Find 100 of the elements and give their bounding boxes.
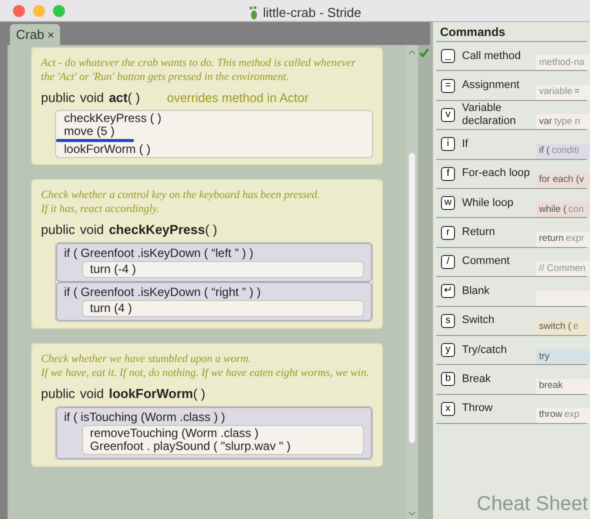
preview-keyword: for each (v [539, 173, 584, 188]
code-statement: lookForWorm ( ) [64, 143, 150, 156]
method-comment: Act - do whatever the crab wants to do. This method is called whenever [41, 56, 356, 70]
preview-hint: method-na [539, 56, 584, 70]
command-row[interactable]: i If if ( conditi [436, 130, 587, 160]
tab-label: Crab [16, 26, 44, 44]
keyword: public [41, 90, 75, 106]
preview-keyword: return [539, 232, 564, 246]
shortcut-key: _ [441, 49, 455, 64]
shortcut-key: f [441, 166, 455, 181]
footprint-icon [249, 6, 259, 20]
if-condition: if ( isTouching (Worm .class ) ) [64, 410, 226, 425]
shortcut-key: i [441, 137, 455, 152]
preview-hint: conditi [552, 144, 580, 158]
command-row[interactable]: = Assignment variable = [436, 71, 587, 101]
preview-keyword: while ( [539, 202, 566, 217]
shortcut-key: y [441, 343, 455, 358]
preview-keyword: break [539, 379, 563, 394]
command-row[interactable]: v Variable declaration var type n [436, 100, 587, 130]
method-name: lookForWorm [108, 386, 194, 402]
command-row[interactable]: w While loop while ( con [436, 188, 587, 218]
tab-close-button[interactable]: × [47, 26, 54, 44]
shortcut-key: x [441, 402, 455, 416]
preview-keyword: throw [539, 408, 562, 422]
command-row[interactable]: / Comment // Commen [436, 248, 587, 278]
preview-hint: con [568, 202, 584, 217]
zoom-window-button[interactable] [53, 4, 65, 16]
shortcut-key: = [441, 78, 455, 93]
command-row[interactable]: s Switch switch ( e [436, 306, 587, 336]
command-row[interactable]: r Return return expr [436, 218, 587, 248]
keyword: public [41, 386, 75, 402]
parameter-list: ( ) [128, 90, 140, 106]
preview-hint: variable [539, 85, 572, 100]
command-label: Variable declaration [462, 102, 517, 128]
scroll-thumb[interactable] [408, 152, 416, 444]
parameter-list: ( ) [193, 386, 206, 402]
keyword: void [80, 90, 104, 106]
editor-tab[interactable]: Crab × [10, 24, 60, 45]
method-comment: If we have, eat it. If not, do nothing. If we have eaten eight worms, we win. [41, 366, 370, 380]
command-label: Throw [462, 402, 494, 416]
shortcut-key: s [441, 314, 455, 328]
preview-keyword: switch ( [539, 320, 572, 334]
command-row[interactable]: _ Call method method-na [436, 42, 587, 72]
command-label: Try/catch [462, 344, 508, 357]
shortcut-key: w [441, 196, 455, 210]
method-comment: Check whether a control key on the keyboard has been pressed. [41, 188, 320, 202]
code-statement: turn (4 ) [90, 302, 132, 315]
checkmark-icon [419, 48, 429, 58]
preview-hint: // Commen [539, 262, 586, 276]
keyword: void [80, 386, 104, 402]
panel-heading: Commands [440, 24, 506, 40]
command-label: Switch [462, 314, 496, 328]
shortcut-key: v [441, 108, 455, 122]
preview-keyword: = [574, 85, 580, 100]
scroll-up-icon[interactable] [408, 49, 416, 57]
preview-hint: exp [564, 408, 580, 422]
command-label: Break [462, 372, 492, 386]
code-statement: move (5 ) [64, 125, 115, 138]
preview-keyword: try [539, 350, 550, 364]
preview-hint: expr [566, 232, 584, 246]
close-window-button[interactable] [13, 4, 25, 16]
keyword: public [41, 222, 75, 238]
command-label: Blank [462, 284, 491, 298]
command-label: Assignment [462, 79, 520, 92]
shortcut-key: ↵ [441, 284, 455, 298]
scroll-down-icon[interactable] [408, 509, 416, 517]
scrollbar[interactable] [406, 45, 418, 519]
command-label: For-each loop [462, 167, 531, 180]
shortcut-key: b [441, 372, 455, 386]
preview-keyword: var [539, 114, 552, 129]
preview-hint: type n [554, 114, 580, 129]
command-label: Call method [462, 50, 522, 63]
minimize-window-button[interactable] [33, 4, 45, 16]
override-note: overrides method in Actor [166, 90, 309, 106]
method-comment: If it has, react accordingly. [41, 202, 160, 216]
preview-keyword: if ( [539, 144, 550, 158]
shortcut-key: r [441, 226, 455, 240]
command-row[interactable]: f For-each loop for each (v [436, 160, 587, 189]
command-row[interactable]: b Break break [436, 365, 587, 395]
code-statement: removeTouching (Worm .class ) [90, 427, 258, 440]
command-label: Comment [462, 255, 511, 268]
parameter-list: ( ) [204, 222, 218, 238]
command-label: While loop [462, 196, 514, 210]
if-condition: if ( Greenfoot .isKeyDown ( “left ” ) ) [64, 246, 254, 261]
preview-hint: e [573, 320, 578, 334]
code-statement: turn (-4 ) [90, 263, 136, 276]
code-statement: Greenfoot . playSound ( "slurp.wav " ) [90, 440, 291, 453]
window-title: little-crab - Stride [263, 4, 362, 22]
method-name: checkKeyPress [108, 222, 205, 238]
cheat-sheet-label: Cheat Sheet [476, 492, 588, 517]
method-comment: Check whether we have stumbled upon a worm. [41, 352, 252, 366]
keyword: void [80, 222, 104, 238]
if-condition: if ( Greenfoot .isKeyDown ( “right ” ) ) [64, 285, 261, 300]
command-row[interactable]: ↵ Blank [436, 277, 587, 307]
command-label: If [462, 138, 470, 151]
code-statement: checkKeyPress ( ) [64, 112, 162, 125]
command-label: Return [462, 226, 496, 240]
command-row[interactable]: x Throw throw exp [436, 394, 587, 424]
command-row[interactable]: y Try/catch try [436, 336, 587, 366]
shortcut-key: / [441, 254, 455, 269]
